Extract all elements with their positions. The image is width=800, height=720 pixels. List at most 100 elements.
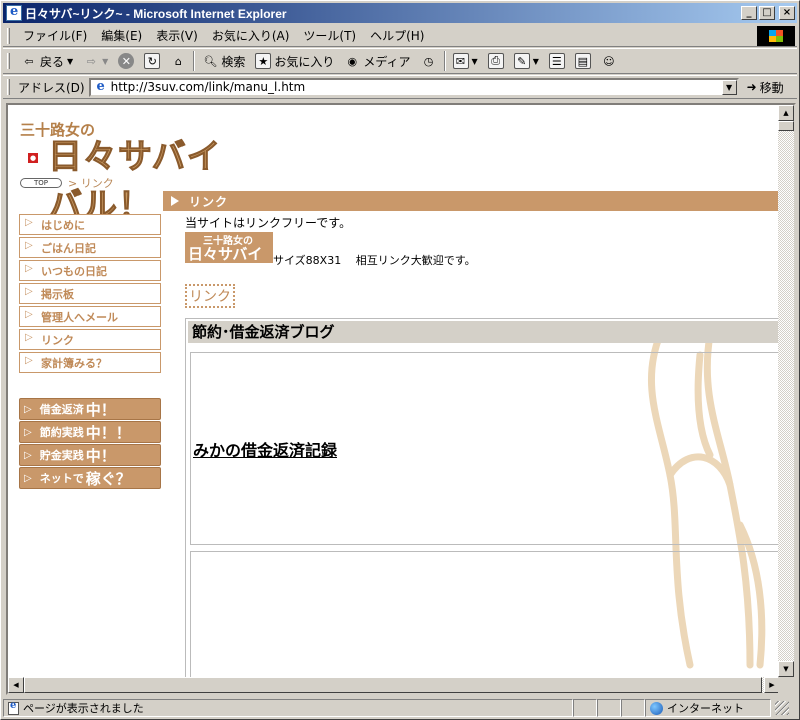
refresh-button[interactable]: ↻: [139, 50, 165, 72]
messenger-button[interactable]: ☺: [596, 50, 622, 72]
chevron-down-icon[interactable]: ▼: [67, 57, 73, 66]
status-pane: [573, 699, 597, 717]
nav-button-earn[interactable]: ▷ ネットで 稼ぐ？: [19, 467, 161, 489]
arrow-icon: ▷: [24, 449, 32, 461]
horizontal-scroll-thumb[interactable]: [24, 677, 762, 693]
scroll-down-icon[interactable]: ▼: [778, 661, 794, 677]
favorites-button[interactable]: ★ お気に入り: [250, 50, 339, 72]
edit-icon: ✎: [513, 53, 530, 69]
scroll-left-icon[interactable]: ◀: [8, 677, 24, 693]
nav-button-label: ネットで: [39, 472, 84, 485]
nav-button-emphasis: 中！: [85, 446, 116, 465]
resize-grip-icon[interactable]: [775, 701, 789, 715]
discuss-button[interactable]: ☰: [544, 50, 570, 72]
home-button[interactable]: ⌂: [165, 50, 191, 72]
arrow-icon: [25, 332, 33, 344]
print-button[interactable]: ⎙: [483, 50, 509, 72]
nav-button-debt[interactable]: ▷ 借金返済 中！: [19, 398, 161, 420]
top-button[interactable]: TOP: [20, 178, 62, 188]
logo-badge: ●: [28, 153, 38, 163]
chevron-down-icon[interactable]: ▼: [472, 57, 478, 66]
breadcrumb-current: > リンク: [68, 177, 114, 190]
stop-icon: ✕: [118, 53, 135, 69]
arrow-icon: [25, 217, 33, 229]
page-viewport: 三十路女の ● 日々サバイバル！ TOP > リンク リンク はじめに ごはん日…: [6, 103, 796, 695]
search-label: 検索: [221, 54, 246, 69]
messenger-icon: ☺: [603, 54, 615, 68]
nav-item-household[interactable]: 家計簿みる？: [19, 352, 161, 373]
nav-button-label: 借金返済: [39, 403, 84, 416]
refresh-icon: ↻: [144, 53, 161, 69]
stop-button[interactable]: ✕: [113, 50, 139, 72]
section-title: リンク: [189, 194, 229, 209]
arrow-icon: ▷: [24, 426, 32, 438]
vertical-scrollbar[interactable]: ▲ ▼: [778, 105, 794, 677]
nav-button-saving[interactable]: ▷ 節約実践 中！！: [19, 421, 161, 443]
close-button[interactable]: ×: [779, 6, 795, 20]
maximize-button[interactable]: □: [759, 6, 775, 20]
standard-toolbar: ⇦ 戻る ▼ ⇨ ▼ ✕ ↻ ⌂ 🔍︎ 検索 ★ お気に入り ◉ メディア ◷ …: [3, 48, 797, 74]
nav-item-bbs[interactable]: 掲示板: [19, 283, 161, 304]
menu-edit[interactable]: 編集(E): [94, 25, 149, 46]
status-pane: [597, 699, 621, 717]
status-pane: [621, 699, 645, 717]
address-input[interactable]: e http://3suv.com/link/manu_l.htm ▼: [88, 77, 739, 97]
mail-button[interactable]: ✉ ▼: [448, 50, 483, 72]
address-url[interactable]: http://3suv.com/link/manu_l.htm: [111, 80, 306, 94]
intro-text: 当サイトはリンクフリーです。: [185, 216, 352, 230]
minimize-button[interactable]: _: [741, 6, 757, 20]
go-button[interactable]: ➜ 移動: [747, 79, 784, 96]
chevron-down-icon[interactable]: ▼: [102, 57, 108, 66]
nav-button-label: 節約実践: [39, 426, 84, 439]
research-button[interactable]: ▤: [570, 50, 596, 72]
nav-item-mail[interactable]: 管理人へメール: [19, 306, 161, 327]
home-icon: ⌂: [174, 54, 182, 68]
history-icon: ◷: [423, 54, 434, 68]
nav-item-daily-diary[interactable]: いつもの日記: [19, 260, 161, 281]
nav-label: 掲示板: [41, 287, 74, 301]
nav-item-intro[interactable]: はじめに: [19, 214, 161, 235]
banner-line2: 日々サバイバル！: [188, 245, 263, 284]
window-title: 日々サバ~リンク~ - Microsoft Internet Explorer: [25, 6, 287, 21]
toolbar-grip[interactable]: [7, 27, 10, 44]
chevron-down-icon[interactable]: ▼: [721, 79, 737, 95]
page-icon: e: [96, 79, 105, 94]
history-button[interactable]: ◷: [416, 50, 442, 72]
toolbar-grip[interactable]: [7, 79, 10, 95]
favorites-label: お気に入り: [274, 54, 335, 69]
nav-item-link[interactable]: リンク: [19, 329, 161, 350]
menu-tools[interactable]: ツール(T): [296, 25, 363, 46]
nav-button-deposit[interactable]: ▷ 貯金実践 中！: [19, 444, 161, 466]
toolbar-grip[interactable]: [7, 53, 10, 69]
browser-window: 日々サバ~リンク~ - Microsoft Internet Explorer …: [0, 0, 800, 720]
link-cell: みかの借金返済記録: [190, 352, 780, 545]
nav-item-meal-diary[interactable]: ごはん日記: [19, 237, 161, 258]
scroll-up-icon[interactable]: ▲: [778, 105, 794, 121]
site-logo[interactable]: 三十路女の ● 日々サバイバル！: [18, 119, 243, 227]
media-button[interactable]: ◉ メディア: [339, 50, 415, 72]
forward-button[interactable]: ⇨ ▼: [78, 50, 113, 72]
menu-favorites[interactable]: お気に入り(A): [205, 25, 297, 46]
back-label: 戻る: [40, 54, 65, 69]
site-banner[interactable]: 三十路女の 日々サバイバル！: [185, 232, 273, 284]
favorites-icon: ★: [255, 53, 272, 69]
arrow-icon: [25, 309, 33, 321]
search-button[interactable]: 🔍︎ 検索: [197, 50, 250, 72]
vertical-scroll-thumb[interactable]: [778, 121, 794, 131]
nav-label: 家計簿みる？: [41, 356, 107, 370]
back-button[interactable]: ⇦ 戻る ▼: [16, 50, 78, 72]
horizontal-scrollbar[interactable]: ◀ ▶: [8, 677, 780, 693]
status-zone: インターネット: [645, 699, 771, 717]
chevron-down-icon[interactable]: ▼: [533, 57, 539, 66]
mail-icon: ✉: [452, 53, 469, 69]
menu-view[interactable]: 表示(V): [149, 25, 205, 46]
menu-help[interactable]: ヘルプ(H): [363, 25, 431, 46]
media-icon: ◉: [347, 54, 358, 68]
scroll-corner: [778, 677, 794, 693]
blog-link[interactable]: みかの借金返済記録: [193, 437, 337, 461]
arrow-icon: [25, 240, 33, 252]
go-label: 移動: [759, 80, 784, 95]
edit-button[interactable]: ✎ ▼: [509, 50, 544, 72]
nav-label: ごはん日記: [41, 241, 96, 255]
menu-file[interactable]: ファイル(F): [16, 25, 94, 46]
